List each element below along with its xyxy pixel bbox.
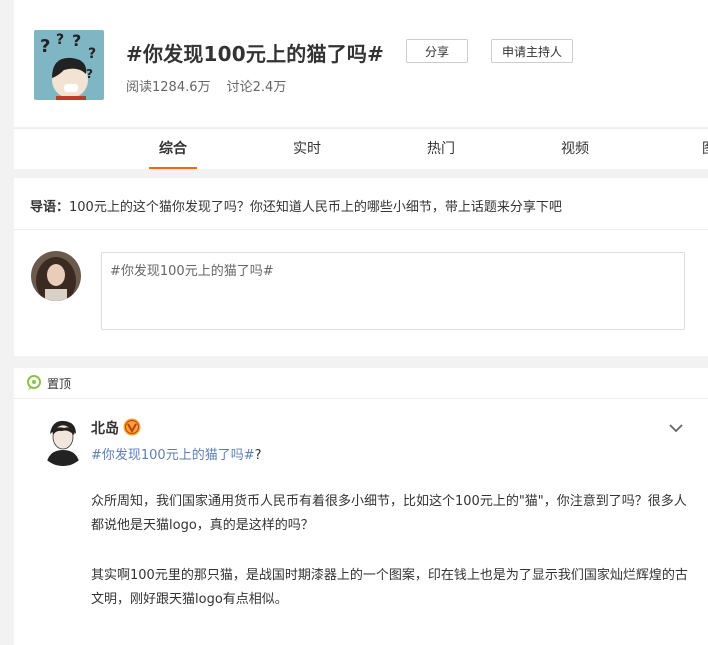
post-paragraph: 其实啊100元里的那只猫，是战国时期漆器上的一个图案，印在钱上也是为了显示我们国… — [91, 568, 688, 607]
svg-text:?: ? — [88, 46, 96, 62]
my-avatar[interactable] — [31, 251, 81, 301]
post-topic-tag: #你发现100元上的猫了吗#? — [91, 444, 262, 463]
pin-icon — [26, 375, 42, 391]
pinned-label: 置顶 — [47, 377, 72, 391]
svg-text:?: ? — [72, 31, 81, 50]
tab-video[interactable]: 视频 — [545, 129, 605, 169]
tab-realtime[interactable]: 实时 — [277, 129, 337, 169]
topic-header: ? ? ? ? ? #你发现100元上的猫了吗# 阅读1284.6万 讨论2.4… — [14, 0, 708, 127]
topic-guide: 导语：100元上的这个猫你发现了吗？你还知道人民币上的哪些小细节，带上话题来分享… — [30, 196, 562, 215]
topic-title: #你发现100元上的猫了吗# — [126, 42, 385, 66]
post-compose-input[interactable]: #你发现100元上的猫了吗# — [101, 252, 685, 330]
author-avatar[interactable] — [38, 416, 88, 466]
author-name[interactable]: 北岛 — [91, 418, 119, 438]
pinned-row: 置顶 — [14, 368, 708, 399]
tab-image[interactable]: 图 — [679, 129, 708, 169]
discussion-count: 讨论2.4万 — [226, 80, 287, 95]
topic-cover-image: ? ? ? ? ? — [34, 30, 104, 100]
read-count: 阅读1284.6万 — [126, 80, 211, 95]
topic-stats: 阅读1284.6万 讨论2.4万 — [126, 76, 298, 95]
chevron-down-icon[interactable] — [668, 420, 684, 434]
feed-card: 置顶 北岛 #你发现100元上的猫了吗#? 众所周知，我们国家通用货币人民币有着… — [14, 368, 708, 645]
apply-host-button[interactable]: 申请主持人 — [491, 39, 573, 63]
vip-badge-icon — [123, 418, 141, 436]
svg-text:?: ? — [56, 32, 64, 48]
topic-tabs: 综合 实时 热门 视频 图 — [14, 128, 708, 169]
divider — [14, 229, 708, 230]
guide-text: 100元上的这个猫你发现了吗？你还知道人民币上的哪些小细节，带上话题来分享下吧 — [69, 200, 562, 215]
post-paragraph: 众所周知，我们国家通用货币人民币有着很多小细节，比如这个100元上的"猫"，你注… — [91, 494, 687, 533]
guide-label: 导语： — [30, 200, 70, 215]
tag-suffix: ? — [254, 448, 262, 463]
share-button[interactable]: 分享 — [406, 39, 468, 63]
svg-text:?: ? — [40, 36, 50, 57]
guide-composer-card: 导语：100元上的这个猫你发现了吗？你还知道人民币上的哪些小细节，带上话题来分享… — [14, 178, 708, 356]
tab-comprehensive[interactable]: 综合 — [143, 129, 203, 169]
tab-hot[interactable]: 热门 — [411, 129, 471, 169]
topic-tag-link[interactable]: #你发现100元上的猫了吗# — [91, 448, 255, 463]
post-body: 众所周知，我们国家通用货币人民币有着很多小细节，比如这个100元上的"猫"，你注… — [91, 490, 691, 638]
